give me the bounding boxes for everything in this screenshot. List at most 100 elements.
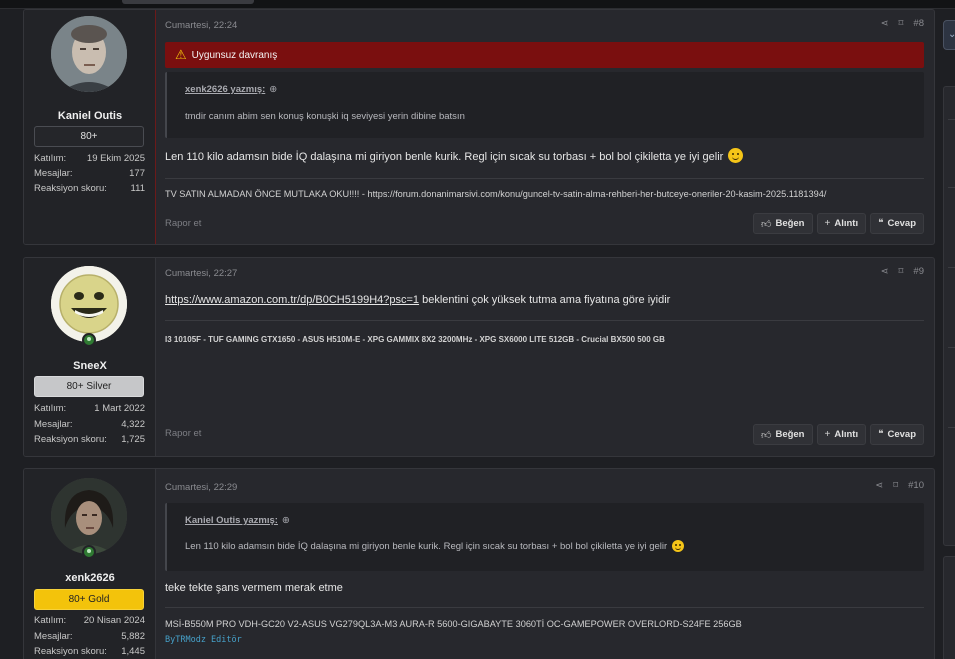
signature-divider	[165, 607, 924, 608]
user-info-column: Kaniel Outis 80+ Katılım: 19 Ekim 2025 Me…	[24, 10, 156, 244]
avatar-image	[51, 478, 127, 554]
stat-label: Katılım:	[34, 403, 67, 414]
username[interactable]: SneeX	[24, 360, 156, 372]
bookmark-icon[interactable]: ⌑	[899, 266, 904, 277]
sidebar-divider	[948, 427, 955, 428]
bookmark-icon[interactable]: ⌑	[893, 480, 898, 491]
signature[interactable]: TV SATIN ALMADAN ÖNCE MUTLAKA OKU!!!! - …	[165, 189, 826, 199]
stat-value: 19 Ekim 2025	[86, 153, 145, 164]
top-tab-handle[interactable]	[122, 0, 254, 4]
chevron-down-icon: ⌄	[948, 29, 955, 40]
post-top-actions: ⋖ ⌑ #10	[875, 480, 924, 491]
post-content: Cumartesi, 22:27 ⋖ ⌑ #9 https://www.amaz…	[165, 258, 924, 456]
quote-author-label: Kaniel Outis yazmış:	[185, 515, 278, 526]
product-link[interactable]: https://www.amazon.com.tr/dp/B0CH5199H4?…	[165, 294, 419, 306]
jump-to-quote-icon[interactable]: ⊕	[282, 515, 290, 526]
sidebar-divider	[948, 187, 955, 188]
stat-joined: Katılım: 19 Ekim 2025	[34, 153, 145, 164]
right-sidebar-edge: ⌄	[943, 0, 955, 659]
warning-banner: ⚠ Uygunsuz davranış	[165, 42, 924, 68]
sidebar-divider	[948, 119, 955, 120]
quote-button[interactable]: + Alıntı	[816, 213, 867, 234]
bookmark-icon[interactable]: ⌑	[899, 18, 904, 29]
warning-icon: ⚠	[175, 47, 187, 62]
like-button[interactable]: 👍︎ Beğen	[753, 213, 813, 234]
quote-author-label: xenk2626 yazmış:	[185, 84, 266, 95]
post-body: Len 110 kilo adamsın bide İQ dalaşına mi…	[165, 148, 744, 163]
reply-button[interactable]: ❝ Cevap	[870, 213, 924, 234]
avatar-image	[51, 266, 127, 342]
jump-to-quote-icon[interactable]: ⊕	[269, 84, 277, 95]
thumbs-up-icon: 👍︎	[761, 429, 772, 441]
stat-joined: Katılım: 1 Mart 2022	[34, 403, 145, 414]
post-top-actions: ⋖ ⌑ #8	[881, 18, 924, 29]
reply-label: Cevap	[887, 218, 916, 229]
signature-divider	[165, 320, 924, 321]
quote-text: Len 110 kilo adamsın bide İQ dalaşına mi…	[185, 540, 906, 552]
post-number[interactable]: #8	[913, 18, 924, 29]
reply-button[interactable]: ❝ Cevap	[870, 424, 924, 445]
thumbs-up-icon: 👍︎	[761, 218, 772, 230]
plus-icon: +	[824, 218, 831, 229]
report-link[interactable]: Rapor et	[165, 428, 201, 439]
stat-value: 4,322	[121, 419, 145, 430]
quote-author[interactable]: Kaniel Outis yazmış: ⊕	[185, 515, 906, 526]
post-action-buttons: 👍︎ Beğen + Alıntı ❝ Cevap	[753, 213, 924, 234]
signature: I3 10105F - TUF GAMING GTX1650 - ASUS H5…	[165, 335, 665, 344]
post-body-text: beklentini çok yüksek tutma ama fiyatına…	[419, 294, 671, 306]
rank-badge: 80+ Silver	[34, 376, 144, 397]
reply-label: Cevap	[887, 429, 916, 440]
user-info-column: SneeX 80+ Silver Katılım: 1 Mart 2022 Mes…	[24, 258, 156, 456]
sidebar-divider	[948, 347, 955, 348]
stat-label: Mesajlar:	[34, 168, 73, 179]
online-status-icon	[82, 333, 96, 347]
user-info-column: xenk2626 80+ Gold Katılım: 20 Nisan 2024 …	[24, 469, 156, 659]
sidebar-panel	[943, 556, 955, 659]
post-top-actions: ⋖ ⌑ #9	[881, 266, 924, 277]
quote-button[interactable]: + Alıntı	[816, 424, 867, 445]
avatar[interactable]	[51, 16, 127, 92]
post-body: https://www.amazon.com.tr/dp/B0CH5199H4?…	[165, 294, 670, 306]
stat-value: 111	[130, 183, 145, 194]
quote-block: xenk2626 yazmış: ⊕ tmdir canım abim sen k…	[165, 72, 924, 138]
post-number[interactable]: #10	[908, 480, 924, 491]
stat-label: Reaksiyon skoru:	[34, 646, 107, 657]
stat-label: Mesajlar:	[34, 419, 73, 430]
post-date[interactable]: Cumartesi, 22:24	[165, 20, 237, 31]
quote-label: Alıntı	[834, 429, 859, 440]
post-10: xenk2626 80+ Gold Katılım: 20 Nisan 2024 …	[23, 468, 935, 659]
post-body: teke tekte şans vermem merak etme	[165, 582, 343, 594]
stat-value: 1,445	[121, 646, 145, 657]
share-icon[interactable]: ⋖	[875, 480, 883, 491]
report-link[interactable]: Rapor et	[165, 218, 201, 229]
stat-label: Mesajlar:	[34, 631, 73, 642]
signature-tagline: ByTRModz Editör	[165, 635, 242, 645]
post-content: Cumartesi, 22:24 ⋖ ⌑ #8 ⚠ Uygunsuz davra…	[165, 10, 924, 244]
post-date[interactable]: Cumartesi, 22:27	[165, 268, 237, 279]
stat-messages: Mesajlar: 4,322	[34, 419, 145, 430]
sidebar-toggle-button[interactable]: ⌄	[943, 20, 955, 50]
username[interactable]: Kaniel Outis	[24, 110, 156, 122]
reply-icon: ❝	[878, 429, 884, 440]
rank-badge: 80+ Gold	[34, 589, 144, 610]
like-button[interactable]: 👍︎ Beğen	[753, 424, 813, 445]
stat-messages: Mesajlar: 177	[34, 168, 145, 179]
browser-top-strip	[0, 0, 955, 9]
username[interactable]: xenk2626	[24, 572, 156, 584]
stat-value: 20 Nisan 2024	[83, 615, 145, 626]
stat-value: 1 Mart 2022	[94, 403, 145, 414]
stat-label: Reaksiyon skoru:	[34, 434, 107, 445]
share-icon[interactable]: ⋖	[881, 266, 889, 277]
quote-text: tmdir canım abim sen konuş konuşki iq se…	[185, 111, 465, 122]
avatar[interactable]	[51, 266, 127, 342]
stat-label: Reaksiyon skoru:	[34, 183, 107, 194]
post-date[interactable]: Cumartesi, 22:29	[165, 482, 237, 493]
quote-author[interactable]: xenk2626 yazmış: ⊕	[185, 84, 906, 95]
stat-value: 1,725	[121, 434, 145, 445]
avatar[interactable]	[51, 478, 127, 554]
post-number[interactable]: #9	[913, 266, 924, 277]
smile-emoji-icon	[728, 148, 744, 163]
share-icon[interactable]: ⋖	[881, 18, 889, 29]
post-8: Kaniel Outis 80+ Katılım: 19 Ekim 2025 Me…	[23, 9, 935, 245]
quote-label: Alıntı	[834, 218, 859, 229]
